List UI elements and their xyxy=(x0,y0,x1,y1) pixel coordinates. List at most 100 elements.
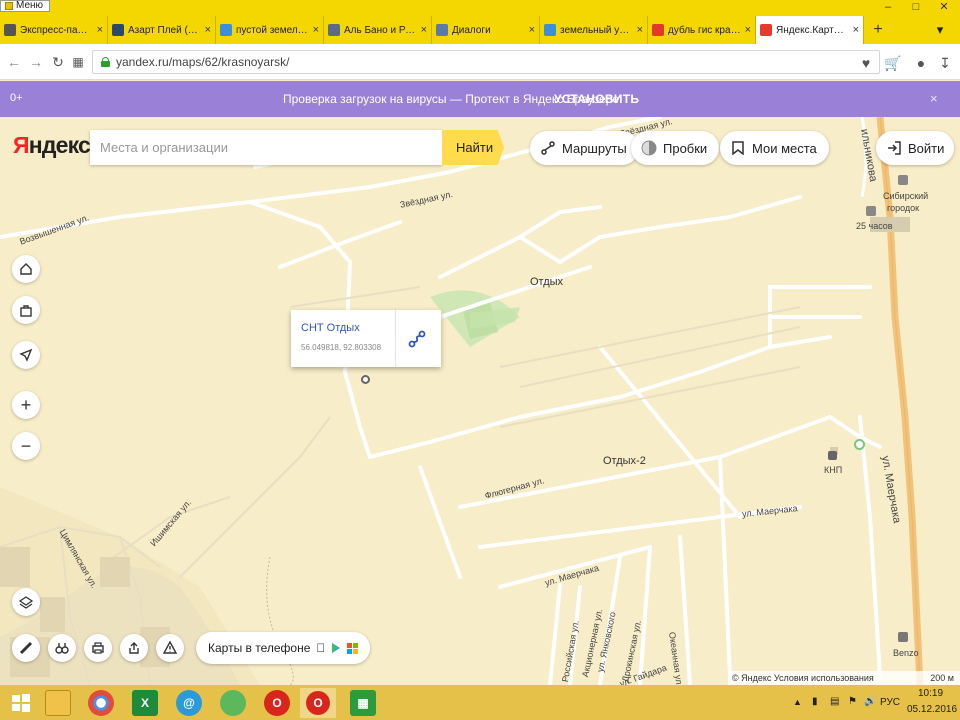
scale-label: 200 м xyxy=(930,673,954,683)
promo-close-icon[interactable]: × xyxy=(930,91,938,106)
label-otdyh2: Отдых-2 xyxy=(603,455,646,467)
adblock-icon[interactable]: ● xyxy=(912,54,930,72)
chrome-icon[interactable] xyxy=(88,690,114,716)
fuel-icon[interactable] xyxy=(898,632,908,642)
share-icon xyxy=(129,642,139,654)
map-canvas[interactable]: Отдых Отдых-2 Звёздная ул. Звёздная ул. … xyxy=(0,117,960,685)
locate-button[interactable] xyxy=(12,341,40,369)
globe-app-icon[interactable] xyxy=(220,690,246,716)
routes-button[interactable]: Маршруты xyxy=(530,131,639,165)
place-popup[interactable]: СНТ Отдых 56.049818, 92.803308 xyxy=(291,310,441,367)
language-indicator[interactable]: РУС xyxy=(880,697,900,708)
home-button[interactable] xyxy=(12,255,40,283)
browser-tab[interactable]: Диалоги × xyxy=(432,16,540,44)
mail-agent-icon[interactable]: @ xyxy=(176,690,202,716)
green-marker-icon[interactable] xyxy=(854,439,865,450)
shop-icon[interactable] xyxy=(898,175,908,185)
browser-tab[interactable]: Аль Бано и Ромина × xyxy=(324,16,432,44)
browser-menu-button[interactable]: Меню xyxy=(0,0,51,12)
share-button[interactable] xyxy=(120,634,148,662)
route-here-icon[interactable] xyxy=(406,328,428,350)
calculator-icon[interactable]: ▦ xyxy=(350,690,376,716)
place-name-link[interactable]: СНТ Отдых xyxy=(301,322,360,334)
back-arrow-icon[interactable]: ← xyxy=(6,54,22,70)
bag-button[interactable] xyxy=(12,296,40,324)
windows-store-icon xyxy=(347,642,359,654)
browser-tab[interactable]: Азарт Плей (Azartplay) × xyxy=(108,16,216,44)
browser-tab[interactable]: земельный участок × xyxy=(540,16,648,44)
tab-close-icon[interactable]: × xyxy=(529,24,535,36)
bookmark-icon xyxy=(730,140,746,156)
tab-close-icon[interactable]: × xyxy=(97,24,103,36)
report-button[interactable] xyxy=(156,634,184,662)
login-icon xyxy=(886,140,902,156)
new-tab-button[interactable]: + xyxy=(864,16,892,44)
my-places-button[interactable]: Мои места xyxy=(720,131,829,165)
tab-close-icon[interactable]: × xyxy=(745,24,751,36)
minus-icon: − xyxy=(20,435,32,456)
apps-grid-icon[interactable]: ▦ xyxy=(70,54,86,70)
forward-arrow-icon[interactable]: → xyxy=(28,54,44,70)
flag-icon[interactable]: ⚑ xyxy=(848,696,857,707)
search-input[interactable]: Места и организации xyxy=(90,130,442,165)
excel-icon[interactable]: X xyxy=(132,690,158,716)
download-icon[interactable]: ↧ xyxy=(936,54,954,72)
browser-tab[interactable]: Яндекс.Карты — поиск × xyxy=(756,16,864,44)
tab-label: Аль Бано и Ромина xyxy=(344,24,417,36)
tab-close-icon[interactable]: × xyxy=(421,24,427,36)
label-gorodok: городок xyxy=(887,203,920,213)
browser-tab[interactable]: дубль гис красноярск × xyxy=(648,16,756,44)
building-icon[interactable] xyxy=(828,451,837,460)
tray-expand-icon[interactable]: ▲ xyxy=(793,697,802,707)
apple-icon:  xyxy=(316,641,325,655)
menu-icon xyxy=(5,2,13,10)
heart-icon[interactable]: ♥ xyxy=(857,54,875,72)
binoculars-icon xyxy=(55,643,69,654)
traffic-button[interactable]: Пробки xyxy=(631,131,720,165)
tab-favicon-icon xyxy=(652,24,664,36)
minimize-button[interactable]: – xyxy=(874,0,902,14)
windows-start-icon[interactable] xyxy=(8,690,34,716)
search-button[interactable]: Найти xyxy=(442,130,504,165)
file-explorer-icon[interactable] xyxy=(45,690,71,716)
tab-favicon-icon xyxy=(436,24,448,36)
reload-icon[interactable]: ↻ xyxy=(50,54,66,70)
clock-time[interactable]: 10:19 xyxy=(918,688,943,699)
layers-button[interactable] xyxy=(12,588,40,616)
ruler-button[interactable] xyxy=(12,634,40,662)
install-button[interactable]: УСТАНОВИТЬ xyxy=(554,92,639,106)
tab-label: дубль гис красноярск xyxy=(668,24,741,36)
tab-close-icon[interactable]: × xyxy=(637,24,643,36)
printer-icon xyxy=(92,642,104,654)
layers-icon xyxy=(19,596,33,609)
age-rating: 0+ xyxy=(10,92,23,104)
tab-close-icon[interactable]: × xyxy=(313,24,319,36)
volume-icon[interactable]: 🔊 xyxy=(864,696,876,707)
zoom-out-button[interactable]: − xyxy=(12,432,40,460)
clock-date[interactable]: 05.12.2016 xyxy=(907,704,957,715)
copyright-text[interactable]: © Яндекс Условия использования xyxy=(732,673,874,683)
login-button[interactable]: Войти xyxy=(876,131,955,165)
lock-icon xyxy=(101,57,110,67)
place-pin-icon[interactable] xyxy=(361,375,370,384)
maps-in-phone-button[interactable]: Карты в телефоне  xyxy=(196,632,371,664)
maximize-button[interactable]: □ xyxy=(902,0,930,14)
network-icon[interactable]: ▤ xyxy=(830,696,839,707)
browser-tab[interactable]: пустой земельный × xyxy=(216,16,324,44)
tab-label: Азарт Плей (Azartplay) xyxy=(128,24,201,36)
url-field[interactable]: yandex.ru/maps/62/krasnoyarsk/ xyxy=(92,50,880,74)
print-button[interactable] xyxy=(84,634,112,662)
zoom-in-button[interactable]: + xyxy=(12,391,40,419)
opera-icon[interactable]: O xyxy=(264,690,290,716)
tabs-menu-icon[interactable]: ▾ xyxy=(920,16,960,44)
tab-close-icon[interactable]: × xyxy=(205,24,211,36)
panorama-button[interactable] xyxy=(48,634,76,662)
yandex-logo[interactable]: Яндекс xyxy=(13,132,91,159)
store-icon[interactable] xyxy=(866,206,876,216)
close-window-button[interactable]: ✕ xyxy=(930,0,958,14)
cart-icon[interactable]: 🛒 xyxy=(884,54,902,72)
opera-active-icon[interactable]: O xyxy=(300,688,336,718)
browser-tab[interactable]: Экспресс-панель × xyxy=(0,16,108,44)
battery-icon[interactable]: ▮ xyxy=(812,696,818,707)
tab-close-icon[interactable]: × xyxy=(853,24,859,36)
